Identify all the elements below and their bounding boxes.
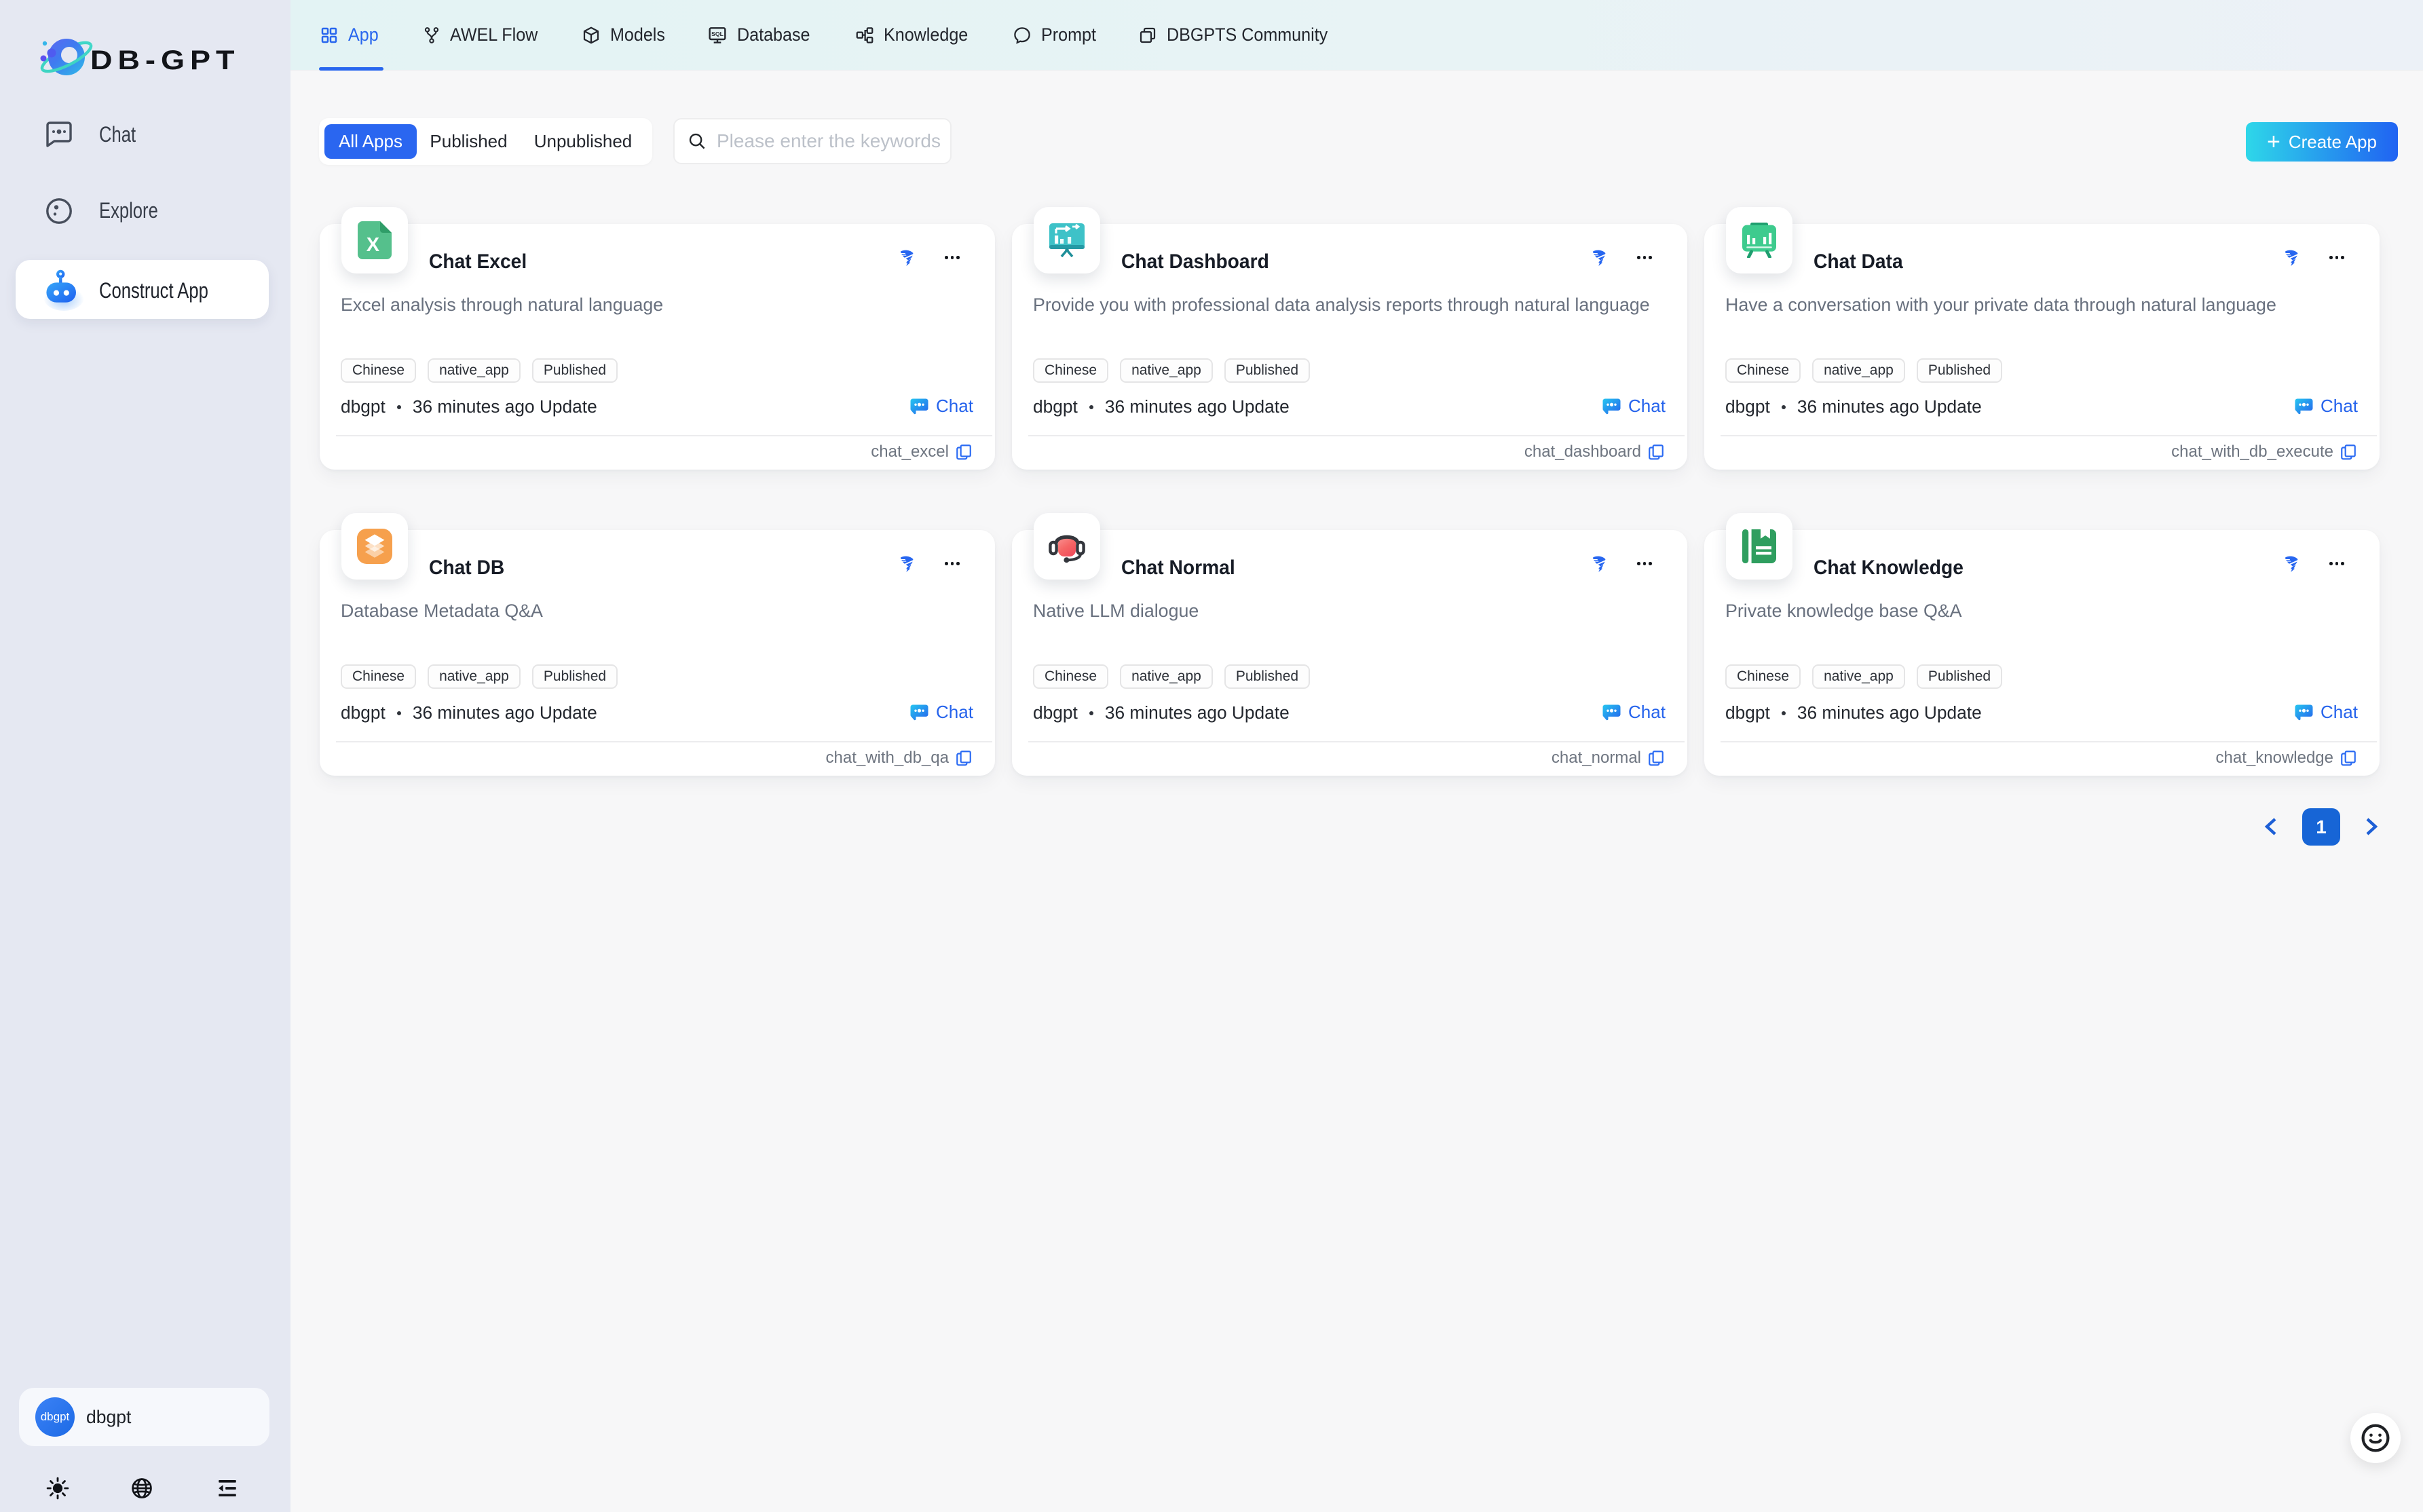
svg-text:X: X xyxy=(367,234,380,256)
svg-text:SQL: SQL xyxy=(711,30,724,37)
